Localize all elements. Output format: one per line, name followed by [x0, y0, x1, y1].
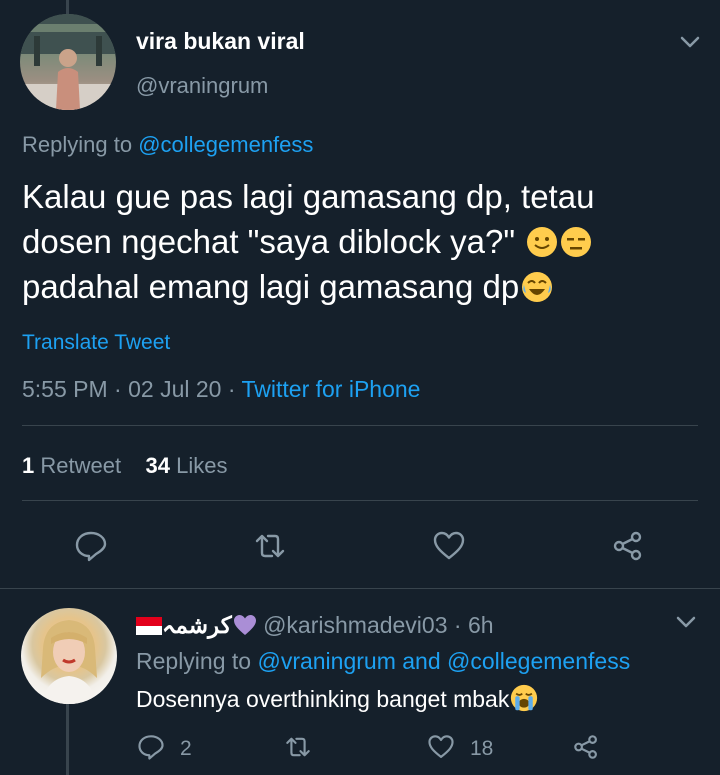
meta-separator: ·: [221, 376, 242, 402]
reply-icon[interactable]: [137, 733, 165, 761]
meta-separator: ·: [447, 612, 468, 638]
reply-time: 6h: [467, 612, 494, 638]
tweet-text-line: Kalau gue pas lagi gamasang dp, tetau: [22, 178, 595, 215]
replying-to-link[interactable]: @vraningrum: [257, 648, 395, 674]
tweet-text-line: dosen ngechat "saya diblock ya?": [22, 223, 516, 260]
reply-text: Dosennya overthinking banget mbak: [136, 684, 538, 713]
reply-author-avatar[interactable]: [21, 608, 117, 704]
replying-prefix: Replying to: [22, 132, 133, 157]
slightly-smiling-face-icon: [526, 226, 558, 258]
retweet-icon[interactable]: [284, 733, 312, 761]
chevron-down-icon[interactable]: [676, 28, 704, 56]
author-avatar[interactable]: [20, 14, 116, 110]
reply-text-content: Dosennya overthinking banget mbak: [136, 686, 510, 712]
author-name[interactable]: vira bukan viral: [136, 28, 305, 55]
like-stat[interactable]: 34 Likes: [146, 453, 228, 478]
tweet-source-link[interactable]: Twitter for iPhone: [242, 376, 421, 402]
chevron-down-icon[interactable]: [672, 608, 700, 636]
divider: [0, 588, 720, 589]
retweet-label: Retweet: [40, 453, 122, 478]
retweet-stat[interactable]: 1 Retweet: [22, 453, 121, 478]
tweet-date: 02 Jul 20: [128, 376, 222, 402]
retweet-count: 1: [22, 453, 35, 478]
like-heart-icon[interactable]: [432, 529, 466, 563]
reply-replying-to-line: Replying to @vraningrum and @collegemenf…: [136, 648, 630, 675]
retweet-icon[interactable]: [253, 529, 287, 563]
loudly-crying-face-icon: [510, 684, 538, 712]
divider: [22, 425, 698, 426]
tweet-meta: 5:55 PM · 02 Jul 20 · Twitter for iPhone: [22, 376, 420, 403]
indonesia-flag-icon: [136, 617, 162, 635]
like-count: 34: [145, 453, 171, 478]
replying-and-label: and: [402, 648, 441, 674]
tweet-stats: 1 Retweet 34 Likes: [22, 453, 228, 479]
thread-line: [66, 704, 69, 775]
replying-to-link[interactable]: @collegemenfess: [447, 648, 630, 674]
replying-to-line: Replying to @collegemenfess: [22, 132, 313, 158]
tweet-time: 5:55 PM: [22, 376, 108, 402]
reply-display-name[interactable]: کرشمہ: [162, 612, 232, 638]
expressionless-face-icon: [560, 226, 592, 258]
tweet-text: Kalau gue pas lagi gamasang dp, tetau do…: [22, 174, 702, 309]
share-icon[interactable]: [572, 733, 600, 761]
replying-prefix: Replying to: [136, 648, 252, 674]
reply-handle[interactable]: @karishmadevi03: [263, 612, 447, 638]
like-label: Likes: [176, 453, 228, 478]
thread-line: [66, 0, 69, 14]
purple-heart-icon: [233, 614, 257, 636]
reply-count: 2: [180, 737, 192, 760]
translate-tweet-link[interactable]: Translate Tweet: [22, 331, 170, 355]
replying-to-link[interactable]: @collegemenfess: [138, 132, 313, 157]
tweet-text-line: padahal emang lagi gamasang dp: [22, 268, 520, 305]
like-heart-icon[interactable]: [427, 733, 455, 761]
author-handle[interactable]: @vraningrum: [136, 73, 268, 99]
divider: [22, 500, 698, 501]
face-with-tears-of-joy-icon: [521, 271, 553, 303]
like-count: 18: [470, 737, 494, 760]
share-icon[interactable]: [611, 529, 645, 563]
reply-icon[interactable]: [74, 529, 108, 563]
meta-separator: ·: [107, 376, 129, 402]
reply-header: کرشمہ @karishmadevi03 · 6h: [136, 612, 494, 639]
